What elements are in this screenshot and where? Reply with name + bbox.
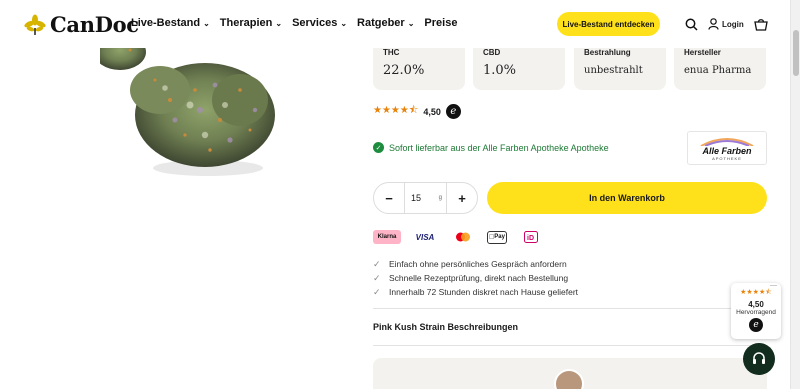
spec-value: 22.0%: [383, 63, 425, 78]
klarna-icon: Klarna: [373, 230, 401, 244]
cannabis-leaf-icon: [24, 14, 46, 35]
rainbow-arc-icon: [700, 137, 754, 146]
nav-label: Ratgeber: [357, 17, 405, 29]
increase-quantity-button[interactable]: +: [447, 183, 477, 213]
spec-value: unbestrahlt: [584, 65, 643, 76]
chevron-down-icon: ⌄: [340, 18, 348, 28]
visa-icon: VISA: [411, 230, 439, 244]
check-icon: ✓: [373, 286, 381, 297]
close-icon[interactable]: —: [770, 282, 777, 289]
spec-value: 1.0%: [483, 63, 517, 78]
scrollbar-thumb[interactable]: [793, 30, 799, 76]
nav-label: Live-Bestand: [131, 17, 201, 29]
spec-value: enua Pharma: [684, 65, 752, 76]
cart-icon[interactable]: [753, 16, 769, 32]
availability-status: ✓ Sofort lieferbar aus der Alle Farben A…: [373, 142, 609, 153]
login-label: Login: [722, 19, 744, 29]
nav-label: Preise: [424, 17, 458, 29]
spec-label: Hersteller: [684, 48, 721, 57]
payment-methods: Klarna VISA Pay iD: [373, 230, 545, 244]
quantity-unit: g: [438, 195, 442, 201]
payment-label: Pay: [491, 234, 505, 240]
benefit-text: Einfach ohne persönliches Gespräch anfor…: [389, 259, 567, 269]
payment-label: Klarna: [377, 234, 397, 240]
list-item: ✓ Schnelle Rezeptprüfung, direkt nach Bes…: [373, 271, 578, 285]
check-circle-icon: ✓: [373, 142, 384, 153]
benefits-list: ✓ Einfach ohne persönliches Gespräch anfo…: [373, 257, 578, 299]
ideal-icon: iD: [517, 230, 545, 244]
apple-pay-icon: Pay: [487, 230, 507, 244]
login-link[interactable]: Login: [708, 18, 744, 30]
trusted-shops-icon: e: [749, 318, 763, 332]
review-widget[interactable]: — ★★★★⯪ 4,50 Hervorragend e: [731, 282, 781, 339]
rating-stars: ★★★★⯪: [740, 289, 772, 296]
availability-text: Sofort lieferbar aus der Alle Farben Apo…: [389, 142, 609, 153]
quantity-input[interactable]: 15 g: [404, 183, 447, 213]
user-icon: [708, 18, 719, 30]
nav-therapien[interactable]: Therapien ⌄: [220, 17, 282, 29]
product-image: [94, 30, 280, 180]
divider: [373, 308, 767, 309]
add-to-cart-button[interactable]: In den Warenkorb: [487, 182, 767, 214]
svg-text:iD: iD: [527, 235, 534, 242]
chevron-down-icon: ⌄: [203, 18, 210, 28]
spec-label: CBD: [483, 48, 501, 57]
logo-text: CanDoc: [50, 12, 139, 37]
search-icon[interactable]: [683, 16, 699, 32]
headset-icon: [753, 352, 765, 364]
nav-live-bestand[interactable]: Live-Bestand ⌄: [131, 17, 210, 29]
quantity-stepper: − 15 g +: [373, 182, 478, 214]
chevron-down-icon: ⌄: [275, 18, 283, 28]
mastercard-icon: [449, 230, 477, 244]
rating-value: 4,50: [423, 106, 441, 117]
spec-label: THC: [383, 48, 400, 57]
nav-ratgeber[interactable]: Ratgeber ⌄: [357, 17, 414, 29]
product-rating[interactable]: ★★★★⯪ 4,50 e: [373, 103, 461, 120]
pharmacy-logo: Alle Farben APOTHEKE: [687, 131, 767, 165]
pharmacy-sub: APOTHEKE: [712, 155, 742, 161]
rating-score: 4,50: [748, 300, 764, 309]
description-accordion[interactable]: Pink Kush Strain Beschreibungen: [373, 322, 518, 332]
benefit-text: Innerhalb 72 Stunden diskret nach Hause …: [389, 287, 579, 297]
main-nav: Live-Bestand ⌄ Therapien ⌄ Services ⌄ Ratge…: [131, 17, 457, 29]
trusted-shops-icon: e: [445, 104, 461, 119]
live-bestand-cta-button[interactable]: Live-Bestand entdecken: [557, 12, 660, 36]
nav-label: Services: [292, 17, 338, 29]
divider: [373, 345, 767, 346]
check-icon: ✓: [373, 258, 381, 269]
decrease-quantity-button[interactable]: −: [374, 183, 404, 213]
scrollbar[interactable]: [790, 0, 800, 389]
payment-label: VISA: [415, 232, 435, 242]
rating-label: Hervorragend: [736, 309, 776, 316]
check-icon: ✓: [373, 272, 381, 283]
list-item: ✓ Einfach ohne persönliches Gespräch anfo…: [373, 257, 578, 271]
site-header: CanDoc Live-Bestand ⌄ Therapien ⌄ Services…: [0, 0, 790, 48]
pharmacy-name: Alle Farben: [702, 145, 752, 156]
nav-services[interactable]: Services ⌄: [292, 17, 347, 29]
nav-preise[interactable]: Preise: [424, 17, 457, 29]
quantity-value: 15: [411, 193, 422, 203]
chat-button[interactable]: [743, 343, 775, 375]
benefit-text: Schnelle Rezeptprüfung, direkt nach Best…: [389, 273, 569, 283]
list-item: ✓ Innerhalb 72 Stunden diskret nach Hause…: [373, 285, 578, 299]
nav-label: Therapien: [219, 17, 273, 29]
chevron-down-icon: ⌄: [407, 18, 415, 28]
rating-stars: ★★★★⯪: [373, 105, 419, 116]
logo[interactable]: CanDoc: [24, 12, 139, 37]
spec-label: Bestrahlung: [584, 48, 631, 57]
